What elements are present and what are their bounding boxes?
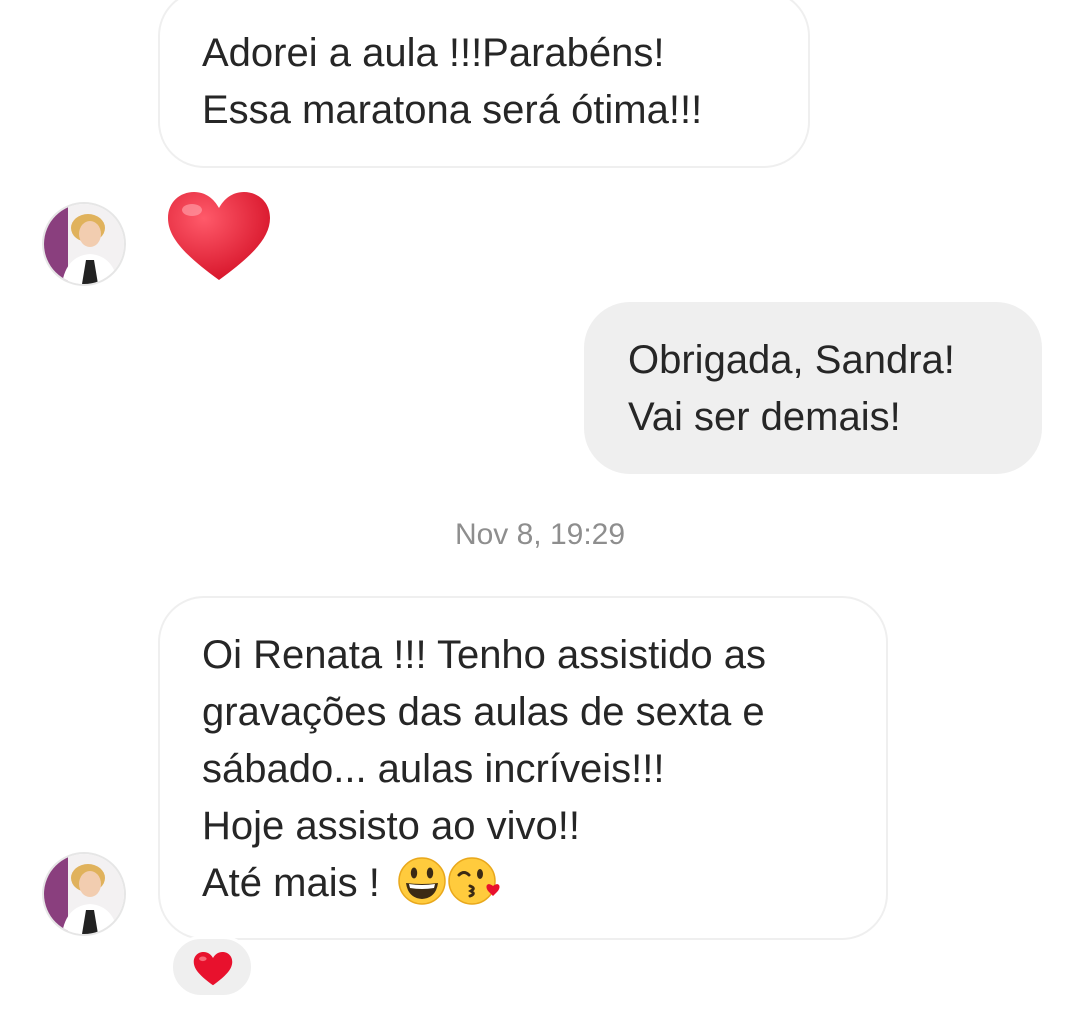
message-line: Oi Renata !!! Tenho assistido as [202,633,767,677]
message-line: gravações das aulas de sexta e [202,690,765,734]
message-line: Adorei a aula !!!Parabéns! [202,31,665,75]
message-line: Vai ser demais! [628,395,901,439]
avatar[interactable] [42,852,126,936]
avatar[interactable] [42,202,126,286]
message-reaction[interactable] [170,936,254,998]
face-blowing-kiss-emoji [447,856,503,922]
message-text: Obrigada, Sandra! Vai ser demais! [628,332,955,446]
message-line-text: Até mais ! [202,861,391,905]
heart-icon [193,951,233,992]
message-text: Adorei a aula !!!Parabéns! Essa maratona… [202,25,702,139]
message-line: Até mais ! [202,855,766,922]
heart-emoji[interactable] [166,190,272,289]
message-line: sábado... aulas incríveis!!! [202,747,665,791]
message-text: Oi Renata !!! Tenho assistido as gravaçõ… [202,627,766,922]
grinning-face-emoji [397,856,447,922]
timestamp: Nov 8, 19:29 [454,518,626,551]
message-line: Essa maratona será ótima!!! [202,88,703,132]
message-line: Hoje assisto ao vivo!! [202,804,580,848]
message-line: Obrigada, Sandra! [628,338,955,382]
